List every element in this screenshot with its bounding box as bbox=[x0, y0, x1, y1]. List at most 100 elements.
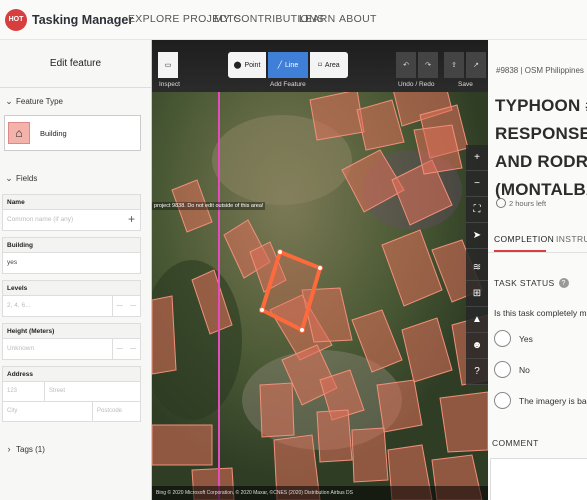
locate-button[interactable]: ➤ bbox=[466, 223, 488, 249]
help-button[interactable]: ? bbox=[466, 359, 488, 385]
option-no[interactable]: No bbox=[494, 361, 530, 378]
increment-icon[interactable]: — bbox=[127, 296, 141, 316]
address-postcode-input[interactable]: Postcode bbox=[93, 402, 140, 421]
issues-button[interactable]: ▲ bbox=[466, 307, 488, 333]
save-button[interactable]: ⇪ bbox=[444, 52, 464, 78]
vertex-handle bbox=[317, 265, 323, 271]
project-id-line[interactable]: #9838 | OSM Philippines bbox=[496, 66, 584, 75]
save-count-badge[interactable]: ↗ bbox=[466, 52, 486, 78]
building-overlays bbox=[152, 69, 488, 500]
height-label: Height (Meters) bbox=[3, 324, 140, 339]
levels-input[interactable]: 2, 4, 6... — — bbox=[3, 296, 140, 316]
name-placeholder: Common name (if any) bbox=[7, 216, 74, 223]
inspect-caption: Inspect bbox=[159, 81, 180, 88]
fullscreen-button[interactable]: ⛶ bbox=[466, 197, 488, 223]
question-icon[interactable]: ? bbox=[558, 278, 569, 288]
height-field: Height (Meters) Unknown — — bbox=[2, 323, 141, 360]
map-data-icon: ⊞ bbox=[472, 288, 482, 299]
inspect-button[interactable]: ▭ bbox=[158, 52, 178, 78]
completion-question: Is this task completely mapped? bbox=[494, 308, 587, 318]
hot-logo[interactable]: HOT bbox=[5, 8, 27, 31]
address-street-input[interactable]: Street bbox=[45, 382, 140, 401]
undo-redo-caption: Undo / Redo bbox=[398, 81, 435, 88]
add-line-button[interactable]: ╱ Line bbox=[268, 52, 308, 78]
radio-button[interactable] bbox=[494, 361, 511, 378]
decrement-icon[interactable]: — bbox=[113, 296, 127, 316]
fields-section-toggle[interactable]: ⌄ Fields bbox=[0, 151, 151, 184]
task-status-heading: TASK STATUS ? bbox=[494, 278, 569, 288]
project-title: TYPHOON #UL RESPONSE – S AND RODRIGUE (M… bbox=[495, 92, 587, 204]
building-polygon bbox=[191, 269, 233, 335]
preferences-button[interactable]: ☻ bbox=[466, 333, 488, 359]
increment-icon[interactable]: — bbox=[127, 339, 141, 359]
building-polygon bbox=[309, 89, 365, 141]
upload-icon: ⇪ bbox=[451, 62, 457, 69]
chevron-right-icon: › bbox=[7, 444, 11, 454]
nav-about[interactable]: ABOUT bbox=[339, 13, 377, 25]
vertex-handle bbox=[277, 249, 283, 255]
building-polygon bbox=[152, 424, 213, 466]
height-input[interactable]: Unknown — — bbox=[3, 339, 140, 359]
user-gear-icon: ☻ bbox=[471, 340, 483, 351]
height-stepper[interactable]: — — bbox=[112, 339, 140, 359]
map-editor[interactable]: ▭ Inspect ⬤ Point ╱ Line ⌑ Area Add Feature… bbox=[152, 40, 488, 500]
building-input[interactable]: yes bbox=[3, 253, 140, 273]
add-point-label: Point bbox=[244, 61, 261, 69]
building-polygon bbox=[259, 382, 295, 438]
levels-stepper[interactable]: — — bbox=[112, 296, 140, 316]
option-bad-imagery[interactable]: The imagery is bad bbox=[494, 392, 587, 409]
task-panel: #9838 | OSM Philippines TYPHOON #UL RESP… bbox=[488, 40, 587, 500]
comment-textarea[interactable] bbox=[490, 458, 587, 500]
undo-button[interactable]: ↶ bbox=[396, 52, 416, 78]
nav-learn[interactable]: LEARN bbox=[299, 13, 336, 25]
brand-title[interactable]: Tasking Manager bbox=[32, 13, 133, 27]
add-area-button[interactable]: ⌑ Area bbox=[310, 52, 348, 78]
decrement-icon[interactable]: — bbox=[113, 339, 127, 359]
help-icon: ? bbox=[474, 366, 480, 377]
chevron-down-icon: ⌄ bbox=[5, 173, 13, 183]
name-field: Name Common name (if any) + bbox=[2, 194, 141, 231]
radio-button[interactable] bbox=[494, 392, 511, 409]
height-placeholder: Unknown bbox=[7, 345, 35, 352]
area-icon: ⌑ bbox=[318, 62, 322, 69]
feature-type-section-toggle[interactable]: ⌄ Feature Type bbox=[0, 88, 151, 107]
add-localized-name-icon[interactable]: + bbox=[128, 212, 135, 226]
tab-instructions[interactable]: INSTRUCTIONS bbox=[556, 234, 587, 244]
building-preset-button[interactable]: ⌂ Building bbox=[4, 115, 141, 151]
add-area-label: Area bbox=[324, 61, 340, 69]
building-field: Building yes bbox=[2, 237, 141, 274]
project-title-line: RESPONSE – S bbox=[495, 124, 587, 143]
building-polygon bbox=[152, 295, 177, 375]
background-layers-button[interactable]: ≋ bbox=[466, 255, 488, 281]
radio-button[interactable] bbox=[494, 330, 511, 347]
building-polygon bbox=[439, 391, 488, 453]
building-polygon bbox=[356, 99, 405, 151]
plus-icon: + bbox=[474, 152, 480, 163]
building-polygon bbox=[381, 229, 443, 307]
edit-area-warning: project 9838. Do not edit outside of thi… bbox=[152, 202, 266, 210]
option-yes[interactable]: Yes bbox=[494, 330, 533, 347]
tags-section-toggle[interactable]: › Tags (1) bbox=[0, 422, 151, 454]
redo-button[interactable]: ↷ bbox=[418, 52, 438, 78]
fields-title: Fields bbox=[16, 174, 38, 183]
zoom-in-button[interactable]: + bbox=[466, 145, 488, 171]
time-left: 2 hours left bbox=[496, 198, 546, 208]
building-icon: ⌂ bbox=[8, 122, 30, 144]
address-city-input[interactable]: City bbox=[3, 402, 93, 421]
map-controls: + − ⛶ ➤ ≋ ⊞ ▲ ☻ ? bbox=[466, 145, 488, 385]
zoom-out-button[interactable]: − bbox=[466, 171, 488, 197]
address-field: Address 123 Street City Postcode bbox=[2, 366, 141, 422]
sidebar-toggle-icon: ▭ bbox=[164, 62, 172, 69]
address-number-input[interactable]: 123 bbox=[3, 382, 45, 401]
task-status-title: TASK STATUS bbox=[494, 278, 555, 288]
map-data-button[interactable]: ⊞ bbox=[466, 281, 488, 307]
address-label: Address bbox=[3, 367, 140, 382]
project-title-line: AND RODRIGUE bbox=[495, 152, 587, 171]
add-point-button[interactable]: ⬤ Point bbox=[228, 52, 266, 78]
sidebar-header: Edit feature bbox=[0, 40, 151, 88]
tab-completion[interactable]: COMPLETION bbox=[494, 234, 554, 244]
building-polygon bbox=[401, 317, 453, 383]
levels-label: Levels bbox=[3, 281, 140, 296]
name-input[interactable]: Common name (if any) + bbox=[3, 210, 140, 230]
building-polygon bbox=[316, 409, 353, 463]
